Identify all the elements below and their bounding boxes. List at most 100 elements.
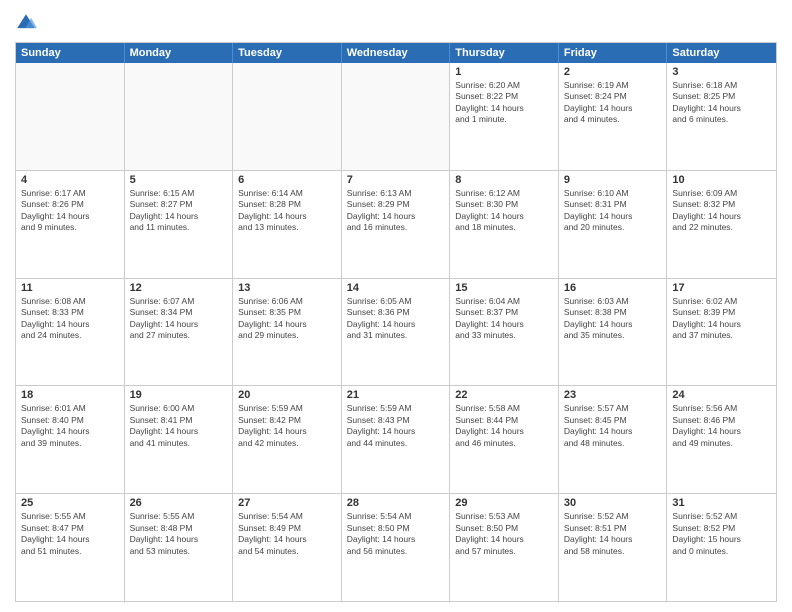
day-cell-13: 13 Sunrise: 6:06 AM Sunset: 8:35 PM Dayli… xyxy=(233,279,342,386)
day-info: Sunrise: 6:13 AM Sunset: 8:29 PM Dayligh… xyxy=(347,188,445,234)
header-day-sunday: Sunday xyxy=(16,43,125,63)
day-number: 1 xyxy=(455,66,553,78)
day-cell-14: 14 Sunrise: 6:05 AM Sunset: 8:36 PM Dayli… xyxy=(342,279,451,386)
calendar: SundayMondayTuesdayWednesdayThursdayFrid… xyxy=(15,42,777,602)
day-number: 30 xyxy=(564,497,662,509)
day-cell-15: 15Sunrise: 6:04 AM Sunset: 8:37 PM Dayli… xyxy=(450,279,559,386)
day-cell-31: 31 Sunrise: 5:52 AM Sunset: 8:52 PM Dayli… xyxy=(667,494,776,601)
day-info: Sunrise: 5:52 AM Sunset: 8:52 PM Dayligh… xyxy=(672,511,771,557)
day-number: 14 xyxy=(347,282,445,294)
page: SundayMondayTuesdayWednesdayThursdayFrid… xyxy=(0,0,792,612)
header-day-saturday: Saturday xyxy=(667,43,776,63)
day-cell-11: 11Sunrise: 6:08 AM Sunset: 8:33 PM Dayli… xyxy=(16,279,125,386)
day-cell-17: 17 Sunrise: 6:02 AM Sunset: 8:39 PM Dayli… xyxy=(667,279,776,386)
day-info: Sunrise: 6:01 AM Sunset: 8:40 PM Dayligh… xyxy=(21,403,119,449)
day-info: Sunrise: 5:56 AM Sunset: 8:46 PM Dayligh… xyxy=(672,403,771,449)
day-info: Sunrise: 5:55 AM Sunset: 8:47 PM Dayligh… xyxy=(21,511,119,557)
header-day-thursday: Thursday xyxy=(450,43,559,63)
calendar-row-4: 18 Sunrise: 6:01 AM Sunset: 8:40 PM Dayli… xyxy=(16,385,776,493)
day-info: Sunrise: 5:53 AM Sunset: 8:50 PM Dayligh… xyxy=(455,511,553,557)
day-number: 25 xyxy=(21,497,119,509)
day-info: Sunrise: 6:09 AM Sunset: 8:32 PM Dayligh… xyxy=(672,188,771,234)
day-cell-26: 26Sunrise: 5:55 AM Sunset: 8:48 PM Dayli… xyxy=(125,494,234,601)
day-cell-5: 5 Sunrise: 6:15 AM Sunset: 8:27 PM Daylig… xyxy=(125,171,234,278)
day-cell-22: 22Sunrise: 5:58 AM Sunset: 8:44 PM Dayli… xyxy=(450,386,559,493)
day-info: Sunrise: 6:10 AM Sunset: 8:31 PM Dayligh… xyxy=(564,188,662,234)
header-day-tuesday: Tuesday xyxy=(233,43,342,63)
day-info: Sunrise: 6:18 AM Sunset: 8:25 PM Dayligh… xyxy=(672,80,771,126)
day-number: 19 xyxy=(130,389,228,401)
day-number: 4 xyxy=(21,174,119,186)
day-cell-20: 20 Sunrise: 5:59 AM Sunset: 8:42 PM Dayli… xyxy=(233,386,342,493)
day-number: 21 xyxy=(347,389,445,401)
day-info: Sunrise: 6:04 AM Sunset: 8:37 PM Dayligh… xyxy=(455,296,553,342)
day-info: Sunrise: 6:06 AM Sunset: 8:35 PM Dayligh… xyxy=(238,296,336,342)
day-cell-4: 4Sunrise: 6:17 AM Sunset: 8:26 PM Daylig… xyxy=(16,171,125,278)
day-cell-7: 7 Sunrise: 6:13 AM Sunset: 8:29 PM Daylig… xyxy=(342,171,451,278)
day-info: Sunrise: 6:05 AM Sunset: 8:36 PM Dayligh… xyxy=(347,296,445,342)
day-cell-16: 16 Sunrise: 6:03 AM Sunset: 8:38 PM Dayli… xyxy=(559,279,668,386)
day-number: 24 xyxy=(672,389,771,401)
empty-cell xyxy=(125,63,234,170)
day-info: Sunrise: 6:19 AM Sunset: 8:24 PM Dayligh… xyxy=(564,80,662,126)
day-info: Sunrise: 6:12 AM Sunset: 8:30 PM Dayligh… xyxy=(455,188,553,234)
day-number: 23 xyxy=(564,389,662,401)
calendar-row-5: 25 Sunrise: 5:55 AM Sunset: 8:47 PM Dayli… xyxy=(16,493,776,601)
day-cell-21: 21Sunrise: 5:59 AM Sunset: 8:43 PM Dayli… xyxy=(342,386,451,493)
day-number: 20 xyxy=(238,389,336,401)
calendar-row-3: 11Sunrise: 6:08 AM Sunset: 8:33 PM Dayli… xyxy=(16,278,776,386)
day-cell-27: 27 Sunrise: 5:54 AM Sunset: 8:49 PM Dayli… xyxy=(233,494,342,601)
empty-cell xyxy=(16,63,125,170)
day-info: Sunrise: 5:57 AM Sunset: 8:45 PM Dayligh… xyxy=(564,403,662,449)
calendar-body: 1 Sunrise: 6:20 AM Sunset: 8:22 PM Daylig… xyxy=(16,63,776,601)
day-number: 7 xyxy=(347,174,445,186)
day-number: 12 xyxy=(130,282,228,294)
header-day-wednesday: Wednesday xyxy=(342,43,451,63)
day-info: Sunrise: 6:00 AM Sunset: 8:41 PM Dayligh… xyxy=(130,403,228,449)
day-number: 6 xyxy=(238,174,336,186)
day-number: 29 xyxy=(455,497,553,509)
day-cell-28: 28Sunrise: 5:54 AM Sunset: 8:50 PM Dayli… xyxy=(342,494,451,601)
day-number: 28 xyxy=(347,497,445,509)
day-number: 31 xyxy=(672,497,771,509)
calendar-row-2: 4Sunrise: 6:17 AM Sunset: 8:26 PM Daylig… xyxy=(16,170,776,278)
day-info: Sunrise: 6:02 AM Sunset: 8:39 PM Dayligh… xyxy=(672,296,771,342)
day-number: 10 xyxy=(672,174,771,186)
day-number: 18 xyxy=(21,389,119,401)
day-cell-23: 23 Sunrise: 5:57 AM Sunset: 8:45 PM Dayli… xyxy=(559,386,668,493)
day-cell-3: 3Sunrise: 6:18 AM Sunset: 8:25 PM Daylig… xyxy=(667,63,776,170)
day-cell-6: 6 Sunrise: 6:14 AM Sunset: 8:28 PM Daylig… xyxy=(233,171,342,278)
day-info: Sunrise: 5:52 AM Sunset: 8:51 PM Dayligh… xyxy=(564,511,662,557)
day-info: Sunrise: 6:07 AM Sunset: 8:34 PM Dayligh… xyxy=(130,296,228,342)
header-day-monday: Monday xyxy=(125,43,234,63)
day-cell-30: 30 Sunrise: 5:52 AM Sunset: 8:51 PM Dayli… xyxy=(559,494,668,601)
day-info: Sunrise: 5:55 AM Sunset: 8:48 PM Dayligh… xyxy=(130,511,228,557)
day-number: 9 xyxy=(564,174,662,186)
day-info: Sunrise: 6:03 AM Sunset: 8:38 PM Dayligh… xyxy=(564,296,662,342)
calendar-header: SundayMondayTuesdayWednesdayThursdayFrid… xyxy=(16,43,776,63)
day-number: 11 xyxy=(21,282,119,294)
day-number: 27 xyxy=(238,497,336,509)
day-info: Sunrise: 6:15 AM Sunset: 8:27 PM Dayligh… xyxy=(130,188,228,234)
day-info: Sunrise: 5:59 AM Sunset: 8:42 PM Dayligh… xyxy=(238,403,336,449)
day-info: Sunrise: 6:20 AM Sunset: 8:22 PM Dayligh… xyxy=(455,80,553,126)
day-number: 13 xyxy=(238,282,336,294)
header xyxy=(15,10,777,34)
empty-cell xyxy=(342,63,451,170)
day-cell-24: 24 Sunrise: 5:56 AM Sunset: 8:46 PM Dayli… xyxy=(667,386,776,493)
day-number: 8 xyxy=(455,174,553,186)
day-number: 22 xyxy=(455,389,553,401)
day-cell-8: 8 Sunrise: 6:12 AM Sunset: 8:30 PM Daylig… xyxy=(450,171,559,278)
day-number: 5 xyxy=(130,174,228,186)
day-info: Sunrise: 5:54 AM Sunset: 8:49 PM Dayligh… xyxy=(238,511,336,557)
day-cell-10: 10 Sunrise: 6:09 AM Sunset: 8:32 PM Dayli… xyxy=(667,171,776,278)
day-info: Sunrise: 6:14 AM Sunset: 8:28 PM Dayligh… xyxy=(238,188,336,234)
day-cell-19: 19 Sunrise: 6:00 AM Sunset: 8:41 PM Dayli… xyxy=(125,386,234,493)
day-cell-9: 9 Sunrise: 6:10 AM Sunset: 8:31 PM Daylig… xyxy=(559,171,668,278)
day-cell-2: 2Sunrise: 6:19 AM Sunset: 8:24 PM Daylig… xyxy=(559,63,668,170)
logo xyxy=(15,10,39,34)
day-number: 16 xyxy=(564,282,662,294)
calendar-row-1: 1 Sunrise: 6:20 AM Sunset: 8:22 PM Daylig… xyxy=(16,63,776,170)
logo-icon xyxy=(15,12,37,34)
day-number: 17 xyxy=(672,282,771,294)
